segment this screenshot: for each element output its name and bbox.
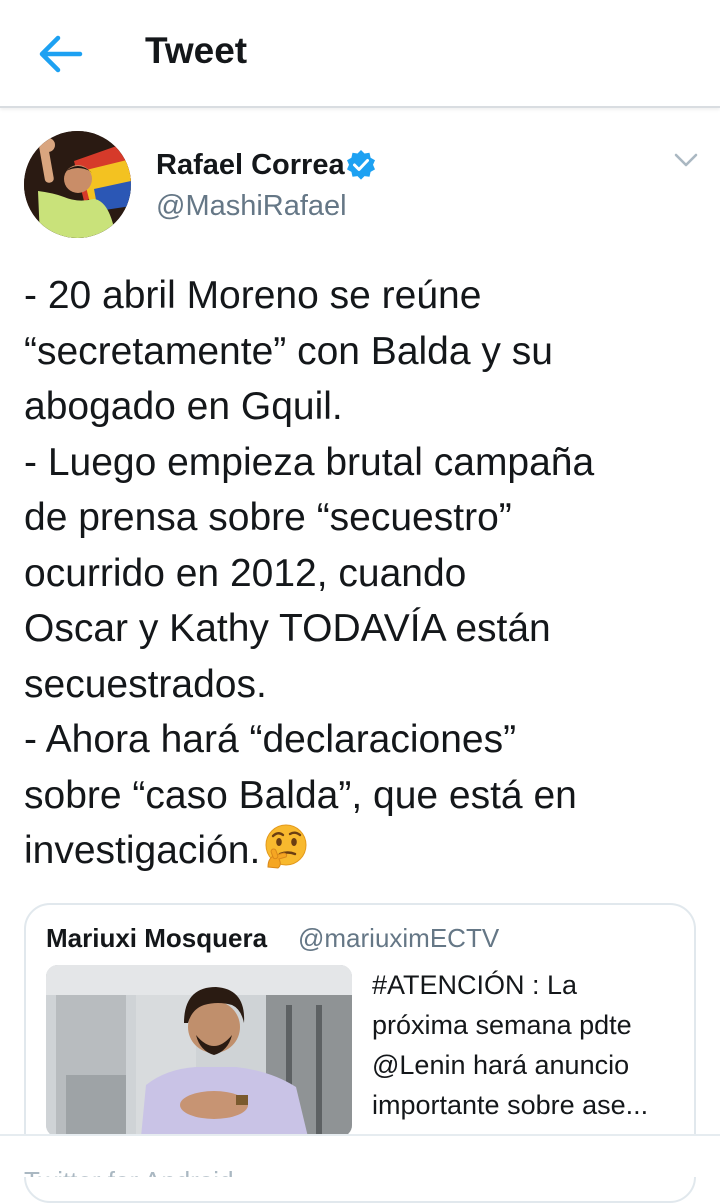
thinking-face-icon	[265, 824, 307, 869]
quoted-line: #ATENCIÓN : La	[372, 970, 578, 1000]
chevron-down-icon[interactable]	[673, 150, 699, 170]
quoted-line: próxima semana pdte	[372, 1010, 632, 1040]
author-name[interactable]: Rafael Correa	[156, 149, 345, 182]
tweet-line: - Luego empieza brutal campaña	[24, 440, 595, 484]
tweet-line: abogado en Gquil.	[24, 385, 343, 428]
quoted-author-handle: @mariuximECTV	[298, 923, 500, 953]
verified-badge-icon	[347, 150, 375, 180]
tweet-source-bar: Twitter for Android	[0, 1134, 720, 1177]
tweet-line: investigación.	[24, 829, 261, 872]
quoted-author-name: Mariuxi Mosquera	[46, 923, 268, 953]
tweet-source: Twitter for Android	[24, 1166, 234, 1177]
tweet-line: de prensa sobre “secuestro”	[24, 496, 512, 539]
tweet-body: - 20 abril Moreno se reúne “secretamente…	[24, 268, 704, 879]
tweet-line: “secretamente” con Balda y su	[24, 329, 553, 373]
tweet-line: secuestrados.	[24, 662, 267, 706]
quoted-tweet-text: #ATENCIÓN : La próxima semana pdte @Leni…	[372, 965, 682, 1125]
author-handle[interactable]: @MashiRafael	[156, 190, 347, 223]
back-arrow-icon[interactable]	[36, 32, 84, 76]
tweet-line: sobre “caso Balda”, que está en	[24, 773, 577, 817]
quoted-line: @Lenin hará anuncio	[372, 1050, 630, 1080]
quoted-tweet-image[interactable]	[46, 965, 352, 1137]
top-bar: Tweet	[0, 0, 720, 108]
tweet-line-last: investigación.	[24, 823, 704, 879]
quoted-line: importante sobre ase...	[372, 1090, 649, 1120]
avatar[interactable]	[24, 131, 131, 238]
page-title: Tweet	[145, 30, 248, 71]
tweet-line: - 20 abril Moreno se reúne	[24, 274, 482, 317]
tweet-line: ocurrido en 2012, cuando	[24, 551, 467, 595]
tweet-line: - Ahora hará “declaraciones”	[24, 718, 517, 761]
tweet-line: Oscar y Kathy TODAVÍA están	[24, 607, 551, 650]
